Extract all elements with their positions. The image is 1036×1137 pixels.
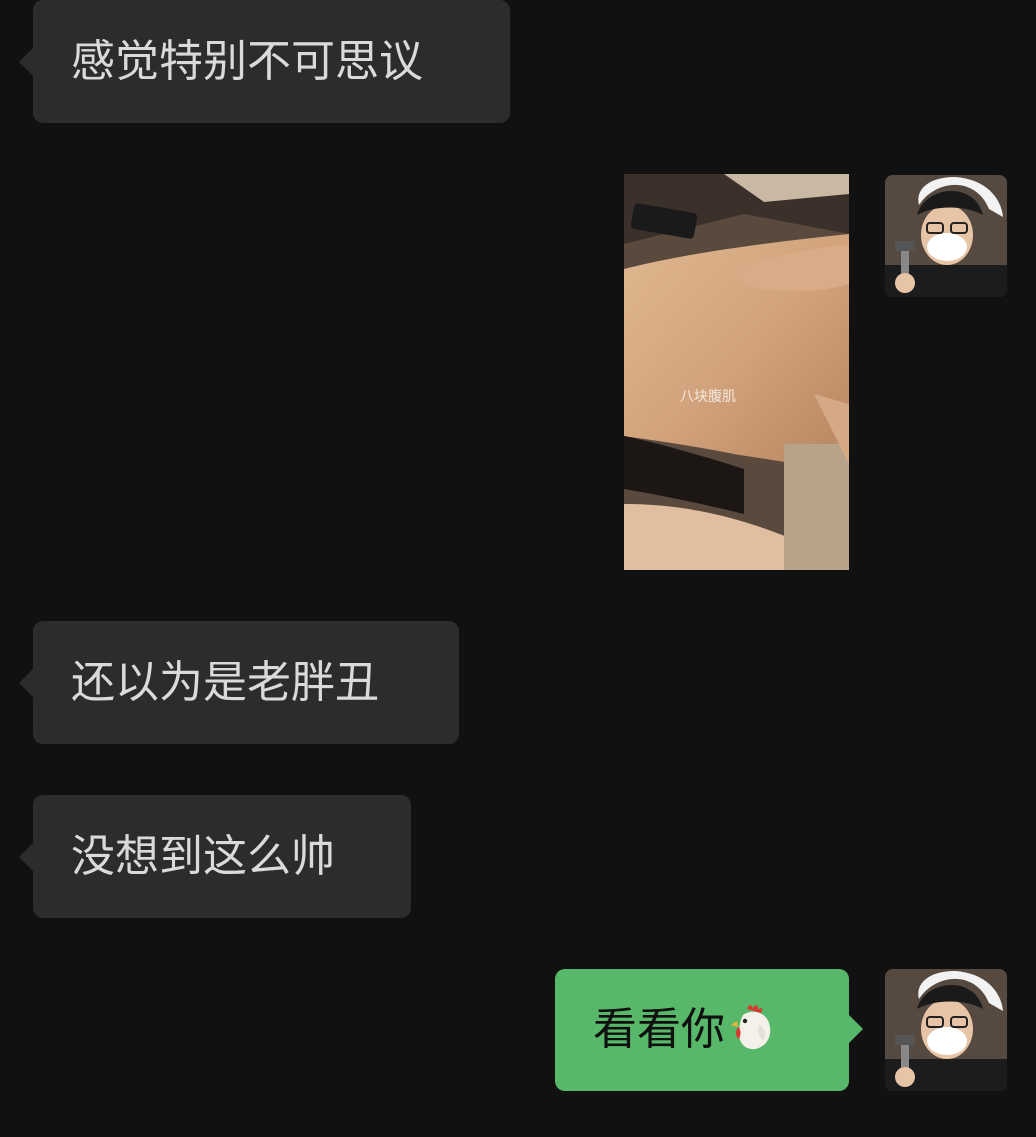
message-text: 还以为是老胖丑 <box>71 656 379 708</box>
shirtless-photo <box>624 174 849 570</box>
incoming-message-bubble[interactable]: 感觉特别不可思议 <box>19 0 510 123</box>
image-watermark-text: 八块腹肌 <box>680 389 736 405</box>
rooster-emoji-icon <box>729 999 783 1061</box>
avatar-photo <box>885 969 1007 1091</box>
user-avatar[interactable] <box>885 175 1007 297</box>
image-message[interactable]: 八块腹肌 <box>624 174 849 570</box>
message-text: 感觉特别不可思议 <box>71 35 423 87</box>
avatar-photo <box>885 175 1007 297</box>
message-text: 没想到这么帅 <box>71 830 335 882</box>
incoming-message-bubble[interactable]: 没想到这么帅 <box>19 795 411 918</box>
outgoing-message-bubble[interactable]: 看看你 <box>555 969 863 1091</box>
incoming-message-bubble[interactable]: 还以为是老胖丑 <box>19 621 459 744</box>
message-text: 看看你 <box>593 1004 725 1055</box>
user-avatar[interactable] <box>885 969 1007 1091</box>
